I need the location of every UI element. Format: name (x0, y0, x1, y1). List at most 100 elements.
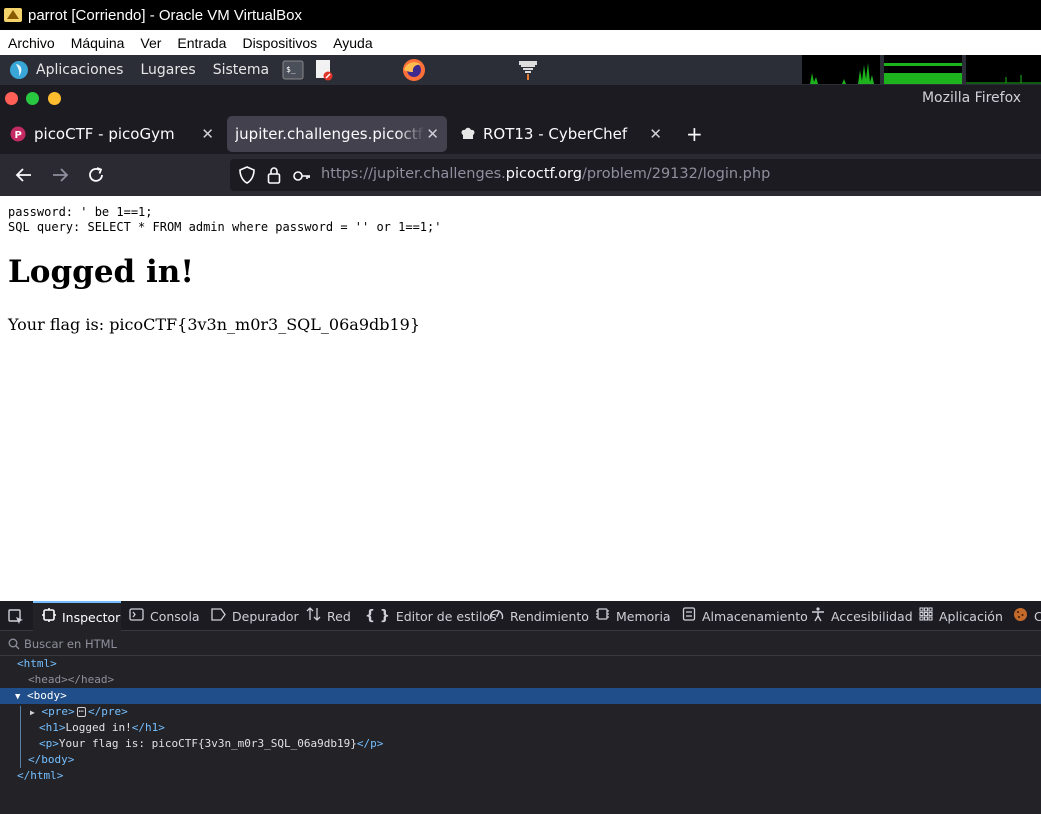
cookie-icon (1013, 607, 1028, 626)
application-grid-icon (919, 607, 933, 625)
close-icon[interactable]: ✕ (201, 125, 214, 143)
tab-label: Inspector (62, 609, 121, 625)
text-editor-icon[interactable] (314, 59, 334, 81)
menu-maquina[interactable]: Máquina (71, 35, 125, 51)
devtools-toolbar: Inspector Consola Depurador Red { } Edit… (0, 601, 1041, 631)
tab-consola[interactable]: Consola (129, 601, 200, 631)
maximize-window-button[interactable] (26, 92, 39, 105)
tab-picogym[interactable]: P picoCTF - picoGym ✕ (4, 116, 222, 152)
node-body[interactable]: ▼ <body> (15, 688, 67, 704)
back-arrow-icon[interactable] (12, 164, 36, 186)
tab-red[interactable]: Red (306, 601, 351, 631)
page-content: password: ' be 1==1; SQL query: SELECT *… (0, 196, 1041, 601)
memory-chip-icon (595, 607, 610, 625)
tab-depurador[interactable]: Depurador (211, 601, 299, 631)
devtools-panel: Inspector Consola Depurador Red { } Edit… (0, 601, 1041, 814)
tab-accesibilidad[interactable]: Accesibilidad (811, 601, 913, 631)
tab-cookies[interactable]: C (1013, 601, 1041, 631)
tab-rendimiento[interactable]: Rendimiento (489, 601, 589, 631)
reload-icon[interactable] (84, 164, 108, 186)
minimize-window-button[interactable] (48, 92, 61, 105)
tab-label: Red (327, 608, 351, 624)
tab-inspector[interactable]: Inspector (33, 601, 121, 631)
close-window-button[interactable] (5, 92, 18, 105)
tab-almacenamiento[interactable]: Almacenamiento (682, 601, 808, 631)
new-tab-icon[interactable]: + (686, 122, 703, 146)
node-p[interactable]: <p>Your flag is: picoCTF{3v3n_m0r3_SQL_0… (39, 736, 383, 752)
console-icon (129, 607, 144, 625)
node-h1-text: Logged in! (65, 721, 132, 734)
node-pre[interactable]: ▶ <pre> ⋯ </pre> (30, 704, 128, 720)
html-search-bar[interactable]: Buscar en HTML (0, 632, 1041, 656)
shield-icon[interactable] (239, 166, 255, 188)
memory-graph (884, 55, 962, 84)
menu-ayuda[interactable]: Ayuda (333, 35, 372, 51)
node-html-close[interactable]: </html> (17, 768, 63, 784)
menu-archivo[interactable]: Archivo (8, 35, 55, 51)
panel-lugares[interactable]: Lugares (140, 62, 195, 78)
debugger-icon (211, 607, 226, 625)
tab-bar: P picoCTF - picoGym ✕ jupiter.challenges… (0, 112, 1041, 154)
panel-aplicaciones[interactable]: Aplicaciones (36, 62, 123, 78)
tab-label: C (1034, 608, 1041, 624)
search-placeholder: Buscar en HTML (24, 636, 117, 651)
node-head-text: <head></head> (28, 673, 115, 686)
node-body-close[interactable]: </body> (28, 752, 74, 768)
tab-label: Memoria (616, 608, 671, 624)
page-heading: Logged in! (8, 254, 194, 290)
panel-sistema[interactable]: Sistema (213, 62, 269, 78)
forward-arrow-icon[interactable] (48, 164, 72, 186)
virtualbox-titlebar: parrot [Corriendo] - Oracle VM VirtualBo… (0, 0, 1041, 30)
expanded-triangle-icon[interactable]: ▼ (15, 692, 20, 702)
tab-aplicacion[interactable]: Aplicación (919, 601, 1003, 631)
cpu-graph (802, 55, 880, 84)
tab-label: picoCTF - picoGym (34, 125, 175, 143)
tab-cyberchef[interactable]: ROT13 - CyberChef ✕ (452, 116, 670, 152)
node-pre-tag: pre (48, 705, 68, 718)
accessibility-icon (811, 606, 825, 626)
terminal-icon[interactable]: $_ (282, 59, 304, 81)
tab-label: Accesibilidad (831, 608, 913, 624)
navigation-bar: https://jupiter.challenges.picoctf.org/p… (0, 154, 1041, 196)
picoctf-icon: P (10, 126, 26, 142)
inspector-icon (42, 608, 56, 626)
node-body-close-tag: /body (34, 753, 68, 766)
node-body-tag: body (33, 689, 61, 702)
sql-debug-output: password: ' be 1==1; SQL query: SELECT *… (8, 205, 441, 235)
menu-ver[interactable]: Ver (140, 35, 161, 51)
menu-dispositivos[interactable]: Dispositivos (242, 35, 317, 51)
more-ellipsis-icon[interactable]: ⋯ (76, 707, 86, 717)
style-braces-icon: { } (365, 608, 390, 624)
collapsed-triangle-icon[interactable]: ▶ (30, 708, 35, 717)
close-icon[interactable]: ✕ (426, 125, 439, 143)
node-html-close-tag: /html (23, 769, 57, 782)
url-bar[interactable]: https://jupiter.challenges.picoctf.org/p… (230, 159, 1041, 191)
url-text[interactable]: https://jupiter.challenges.picoctf.org/p… (321, 166, 770, 182)
menu-entrada[interactable]: Entrada (177, 35, 226, 51)
firefox-titlebar: Mozilla Firefox (0, 85, 1041, 112)
system-monitor (798, 55, 1041, 85)
tab-memoria[interactable]: Memoria (595, 601, 671, 631)
tab-label: Rendimiento (510, 608, 589, 624)
url-prefix: https://jupiter.challenges. (321, 166, 506, 182)
tab-label: Editor de estilos (395, 608, 497, 624)
tab-jupiter[interactable]: jupiter.challenges.picoctf.org ✕ (227, 116, 447, 152)
close-icon[interactable]: ✕ (649, 125, 662, 143)
desktop-panel: Aplicaciones Lugares Sistema $_ (0, 55, 1041, 85)
element-picker-icon[interactable] (8, 609, 24, 628)
flag-text: Your flag is: picoCTF{3v3n_m0r3_SQL_06a9… (8, 315, 421, 334)
parrot-logo-icon[interactable] (9, 60, 29, 80)
node-h1[interactable]: <h1>Logged in!</h1> (39, 720, 165, 736)
key-icon[interactable] (293, 168, 311, 187)
tab-editor-estilos[interactable]: { } Editor de estilos (365, 601, 497, 631)
node-html-tag: html (23, 657, 51, 670)
burp-icon[interactable] (516, 59, 540, 81)
node-head[interactable]: <head></head> (28, 672, 114, 688)
svg-text:$_: $_ (286, 65, 296, 74)
firefox-icon[interactable] (402, 59, 426, 81)
tab-label: ROT13 - CyberChef (483, 125, 628, 143)
window-title: Mozilla Firefox (921, 90, 1021, 106)
node-html[interactable]: <html> (17, 656, 57, 672)
lock-icon[interactable] (267, 166, 281, 188)
password-line: password: ' be 1==1; (8, 205, 153, 219)
